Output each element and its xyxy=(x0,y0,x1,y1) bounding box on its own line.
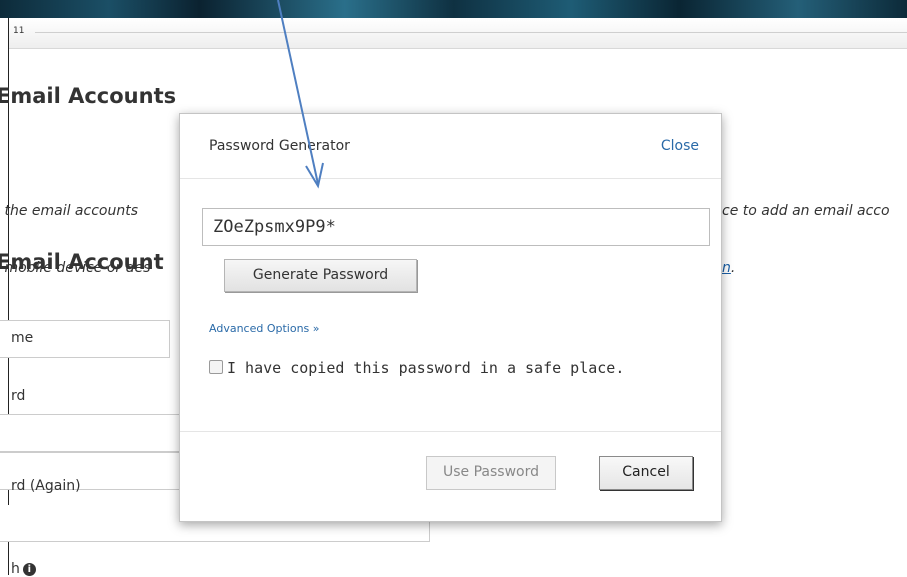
top-banner xyxy=(0,0,907,18)
intro-text-left: the email accounts mobile device or des xyxy=(0,164,150,297)
browser-tab-strip: 11 xyxy=(9,18,907,49)
modal-title: Password Generator xyxy=(209,138,350,154)
intro-right-line-2-tail: . xyxy=(730,260,736,276)
password-label: rd xyxy=(11,388,26,404)
tab-divider xyxy=(35,32,907,33)
use-password-button[interactable]: Use Password xyxy=(426,456,556,490)
copied-confirmation-row: I have copied this password in a safe pl… xyxy=(209,359,624,377)
password-generator-modal: Password Generator Close ZOeZpsmx9P9* Ge… xyxy=(179,113,722,522)
advanced-options-link[interactable]: Advanced Options » xyxy=(209,322,320,335)
copied-checkbox[interactable] xyxy=(209,360,223,374)
intro-text-right: ce to add an email acco n. xyxy=(722,164,890,297)
password-input-field[interactable] xyxy=(0,414,180,452)
username-label: me xyxy=(11,330,34,346)
intro-link[interactable]: n xyxy=(722,260,731,276)
intro-right-line-1: ce to add an email acco xyxy=(722,203,890,219)
modal-header: Password Generator Close xyxy=(180,114,721,179)
intro-left-line-1: the email accounts xyxy=(0,203,139,219)
close-link[interactable]: Close xyxy=(661,138,699,154)
page-title-text: Email Accounts xyxy=(0,84,177,108)
copied-checkbox-label[interactable]: I have copied this password in a safe pl… xyxy=(227,359,624,377)
page-title: Email Accounts xyxy=(0,84,176,108)
modal-footer-divider xyxy=(180,431,721,432)
generate-password-button[interactable]: Generate Password xyxy=(224,259,417,292)
password-again-label: rd (Again) xyxy=(11,478,81,494)
tab-number[interactable]: 11 xyxy=(13,26,24,36)
section-title: Email Account xyxy=(0,250,164,274)
section-title-text: Email Account xyxy=(0,250,164,274)
intro-right-line-2: n. xyxy=(722,259,890,278)
generated-password-input[interactable]: ZOeZpsmx9P9* xyxy=(202,208,710,246)
info-icon[interactable]: i xyxy=(22,562,36,576)
cancel-button[interactable]: Cancel xyxy=(599,456,693,490)
